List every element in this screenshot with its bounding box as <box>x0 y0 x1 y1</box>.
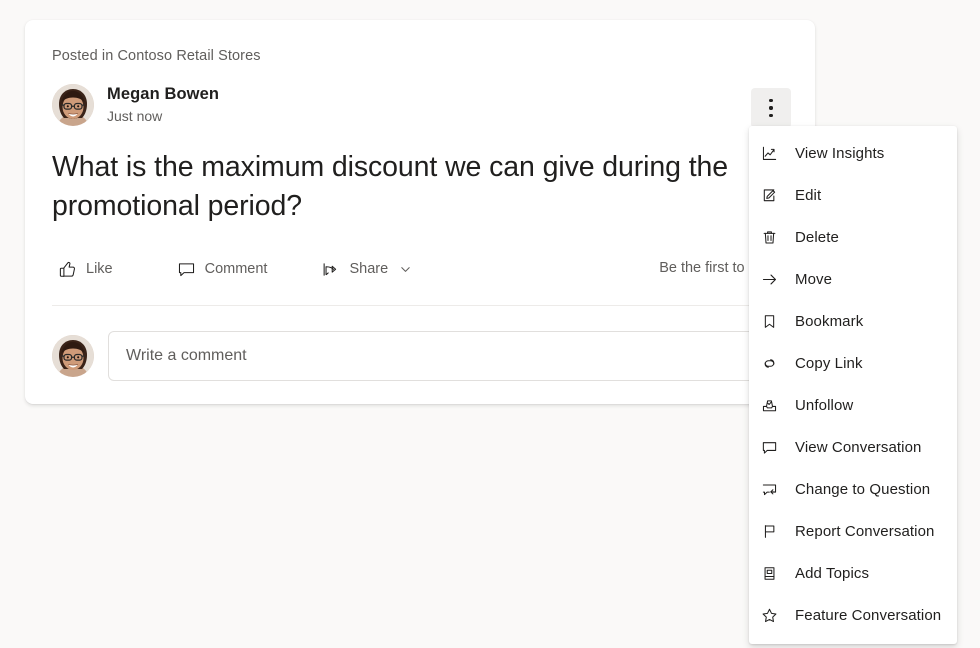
author-text: Megan Bowen Just now <box>107 84 219 126</box>
like-button-label: Like <box>86 261 113 277</box>
menu-item-bookmark[interactable]: Bookmark <box>749 300 957 342</box>
trash-icon <box>761 229 783 246</box>
menu-item-move[interactable]: Move <box>749 258 957 300</box>
comment-avatar <box>52 335 94 377</box>
menu-item-label: Delete <box>795 228 839 246</box>
menu-item-label: Feature Conversation <box>795 606 942 624</box>
menu-item-label: Move <box>795 270 833 288</box>
menu-item-label: Change to Question <box>795 480 931 498</box>
conversation-icon <box>761 439 783 456</box>
avatar <box>52 84 94 126</box>
post-body-text: What is the maximum discount we can give… <box>52 151 729 222</box>
share-button[interactable]: Share <box>315 256 418 283</box>
menu-item-label: Copy Link <box>795 354 863 372</box>
arrow-right-icon <box>761 271 783 288</box>
flag-icon <box>761 523 783 540</box>
star-icon <box>761 607 783 624</box>
more-options-button[interactable] <box>751 88 791 128</box>
bookmark-icon <box>761 313 783 330</box>
topics-book-icon <box>761 565 783 582</box>
comment-button[interactable]: Comment <box>171 256 274 283</box>
menu-item-edit[interactable]: Edit <box>749 174 957 216</box>
menu-item-label: Edit <box>795 186 822 204</box>
share-icon <box>321 260 340 279</box>
unfollow-inbox-icon <box>761 397 783 414</box>
menu-item-label: Add Topics <box>795 564 870 582</box>
link-icon <box>761 355 783 372</box>
post-timestamp: Just now <box>107 107 163 124</box>
comment-compose-row <box>52 331 778 381</box>
menu-item-view-insights[interactable]: View Insights <box>749 132 957 174</box>
menu-item-feature-conversation[interactable]: Feature Conversation <box>749 594 957 636</box>
comment-icon <box>177 260 196 279</box>
menu-item-delete[interactable]: Delete <box>749 216 957 258</box>
menu-item-label: View Conversation <box>795 438 922 456</box>
thumbs-up-icon <box>58 260 77 279</box>
post-card: Posted in Contoso Retail Stores Megan Bo… <box>25 20 815 404</box>
menu-item-label: Unfollow <box>795 396 854 414</box>
menu-item-label: Bookmark <box>795 312 864 330</box>
menu-item-label: Report Conversation <box>795 522 935 540</box>
like-button[interactable]: Like <box>52 256 119 283</box>
edit-pencil-icon <box>761 187 783 204</box>
more-vertical-icon <box>769 96 773 119</box>
divider <box>52 305 788 306</box>
menu-item-change-to-question[interactable]: Change to Question <box>749 468 957 510</box>
menu-item-view-conversation[interactable]: View Conversation <box>749 426 957 468</box>
share-button-label: Share <box>349 261 389 277</box>
comment-button-label: Comment <box>204 261 268 277</box>
posted-in-label: Posted in Contoso Retail Stores <box>52 48 261 64</box>
insights-chart-icon <box>761 145 783 162</box>
menu-item-label: View Insights <box>795 144 885 162</box>
comment-input[interactable] <box>108 331 778 381</box>
change-to-question-icon <box>761 481 783 498</box>
author-name[interactable]: Megan Bowen <box>107 84 219 105</box>
post-context-menu: View Insights Edit Delete Move Bookmark … <box>749 126 957 644</box>
menu-item-copy-link[interactable]: Copy Link <box>749 342 957 384</box>
author-row: Megan Bowen Just now <box>52 84 219 126</box>
menu-item-report-conversation[interactable]: Report Conversation <box>749 510 957 552</box>
menu-item-add-topics[interactable]: Add Topics <box>749 552 957 594</box>
chevron-down-icon <box>399 263 412 276</box>
menu-item-unfollow[interactable]: Unfollow <box>749 384 957 426</box>
